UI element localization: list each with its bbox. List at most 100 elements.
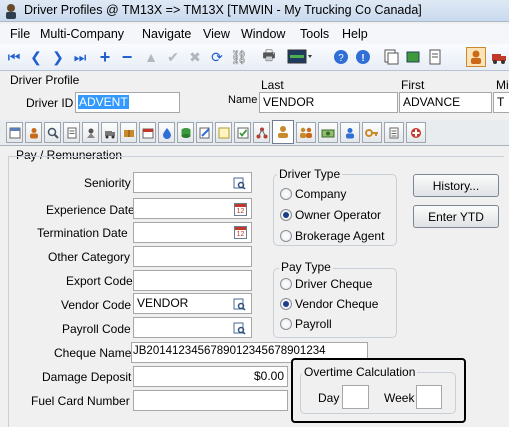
- last-name-field[interactable]: VENDOR: [259, 92, 398, 113]
- middle-initial-field[interactable]: T: [493, 92, 509, 113]
- radio-vendor-cheque[interactable]: [280, 298, 292, 310]
- termination-date-label: Termination Date: [37, 226, 128, 240]
- option-company-label[interactable]: Company: [295, 187, 346, 201]
- next-record-icon[interactable]: ❯: [49, 48, 67, 66]
- truck-icon[interactable]: [490, 48, 508, 66]
- copy-document-icon[interactable]: [382, 48, 400, 66]
- enter-ytd-button[interactable]: Enter YTD: [413, 205, 499, 228]
- damage-deposit-field[interactable]: $0.00: [133, 366, 288, 387]
- export-code-label: Export Code: [66, 274, 133, 288]
- radio-driver-cheque[interactable]: [280, 278, 292, 290]
- option-owner-operator-label[interactable]: Owner Operator: [295, 208, 381, 222]
- option-driver-cheque-label[interactable]: Driver Cheque: [295, 277, 372, 291]
- menu-tools[interactable]: Tools: [300, 27, 329, 41]
- previous-record-icon[interactable]: ❮: [27, 48, 45, 66]
- payroll-code-lookup-icon[interactable]: [232, 321, 246, 335]
- tab-edit-icon[interactable]: [196, 122, 213, 143]
- tab-notes-icon[interactable]: [215, 122, 232, 143]
- tab-document-icon[interactable]: [384, 122, 404, 143]
- menu-help[interactable]: Help: [342, 27, 368, 41]
- link-icon[interactable]: ⛓: [230, 48, 248, 66]
- vendor-code-lookup-icon[interactable]: [232, 297, 246, 311]
- svg-text:?: ?: [338, 53, 344, 64]
- driver-profile-icon[interactable]: [466, 47, 486, 67]
- last-record-icon[interactable]: ⏭: [71, 48, 89, 66]
- tab-people-icon[interactable]: [296, 122, 316, 143]
- print-icon[interactable]: 🖶: [260, 47, 278, 66]
- middle-initial-label: Mi: [496, 78, 509, 92]
- delete-record-icon[interactable]: −: [118, 47, 136, 67]
- tab-person-icon[interactable]: [25, 122, 42, 143]
- notes-icon[interactable]: [426, 48, 444, 66]
- tab-pay-remuneration-icon[interactable]: [272, 120, 294, 144]
- tab-search-icon[interactable]: [44, 122, 61, 143]
- menu-navigate[interactable]: Navigate: [142, 27, 191, 41]
- menu-window[interactable]: Window: [241, 27, 285, 41]
- last-name-label: Last: [261, 78, 284, 92]
- menu-file[interactable]: File: [10, 27, 30, 41]
- tab-user-icon[interactable]: [340, 122, 360, 143]
- cancel-x-icon[interactable]: ✖: [186, 48, 204, 66]
- toolbar: ⏮ ❮ ❯ ⏭ + − ▲ ✔ ✖ ⟳ ⛓ 🖶 ? !: [0, 44, 509, 71]
- menu-multi-company[interactable]: Multi-Company: [40, 27, 124, 41]
- add-record-icon[interactable]: +: [96, 47, 114, 67]
- menu-view[interactable]: View: [203, 27, 230, 41]
- overtime-week-field[interactable]: [416, 385, 442, 409]
- payroll-code-label: Payroll Code: [62, 322, 131, 336]
- experience-date-calendar-icon[interactable]: 12: [234, 203, 247, 216]
- seniority-lookup-icon[interactable]: [232, 176, 246, 190]
- seniority-label: Seniority: [84, 176, 131, 190]
- tab-general-icon[interactable]: [6, 122, 23, 143]
- history-button[interactable]: History...: [413, 174, 499, 197]
- experience-date-label: Experience Date: [46, 203, 135, 217]
- title-bar: Driver Profiles @ TM13X => TM13X [TMWIN …: [0, 0, 509, 22]
- tab-cargo-icon[interactable]: [120, 122, 137, 143]
- help-question-icon[interactable]: ?: [332, 48, 350, 66]
- tab-money-icon[interactable]: [318, 122, 338, 143]
- save-check-icon[interactable]: ✔: [164, 48, 182, 66]
- option-payroll-label[interactable]: Payroll: [295, 317, 332, 331]
- other-category-label: Other Category: [48, 250, 131, 264]
- move-up-icon[interactable]: ▲: [142, 48, 160, 66]
- tab-check-icon[interactable]: [234, 122, 251, 143]
- refresh-icon[interactable]: ⟳: [208, 48, 226, 66]
- monitor-dropdown-icon[interactable]: [286, 48, 314, 66]
- section-divider: [8, 156, 504, 157]
- driver-id-value: ADVENT: [78, 95, 129, 109]
- overtime-day-field[interactable]: [342, 385, 369, 409]
- cheque-name-label: Cheque Name: [54, 346, 132, 360]
- option-brokerage-agent-label[interactable]: Brokerage Agent: [295, 229, 384, 243]
- tab-database-icon[interactable]: [177, 122, 194, 143]
- tab-list-icon[interactable]: [63, 122, 80, 143]
- tab-network-icon[interactable]: [253, 122, 270, 143]
- first-name-field[interactable]: ADVANCE: [399, 92, 492, 113]
- tab-health-icon[interactable]: [406, 122, 426, 143]
- tab-vehicle-icon[interactable]: [101, 122, 118, 143]
- radio-owner-operator[interactable]: [280, 209, 292, 221]
- export-code-field[interactable]: [133, 270, 252, 291]
- radio-company[interactable]: [280, 188, 292, 200]
- tab-medical-icon[interactable]: [82, 122, 99, 143]
- first-record-icon[interactable]: ⏮: [5, 48, 23, 66]
- svg-text:!: !: [361, 53, 364, 64]
- tab-key-icon[interactable]: [362, 122, 382, 143]
- driver-id-field[interactable]: ADVENT: [75, 92, 180, 113]
- option-vendor-cheque-label[interactable]: Vendor Cheque: [295, 297, 378, 311]
- info-icon[interactable]: !: [354, 48, 372, 66]
- overtime-callout-box: Overtime Calculation Day Week: [291, 358, 466, 423]
- radio-brokerage-agent[interactable]: [280, 230, 292, 242]
- termination-date-calendar-icon[interactable]: 12: [234, 226, 247, 239]
- tab-calendar-icon[interactable]: [139, 122, 156, 143]
- overtime-day-label: Day: [318, 391, 340, 405]
- overtime-week-label: Week: [384, 391, 415, 405]
- radio-payroll[interactable]: [280, 318, 292, 330]
- section-left-border: [8, 157, 9, 427]
- other-category-field[interactable]: [133, 246, 252, 267]
- pay-type-label: Pay Type: [279, 260, 333, 274]
- damage-deposit-label: Damage Deposit: [42, 370, 132, 384]
- tab-fuel-icon[interactable]: [158, 122, 175, 143]
- book-icon[interactable]: [404, 48, 422, 66]
- fuel-card-number-field[interactable]: [133, 390, 288, 411]
- profile-tab-strip: [0, 120, 509, 146]
- overtime-calculation-label: Overtime Calculation: [302, 365, 418, 379]
